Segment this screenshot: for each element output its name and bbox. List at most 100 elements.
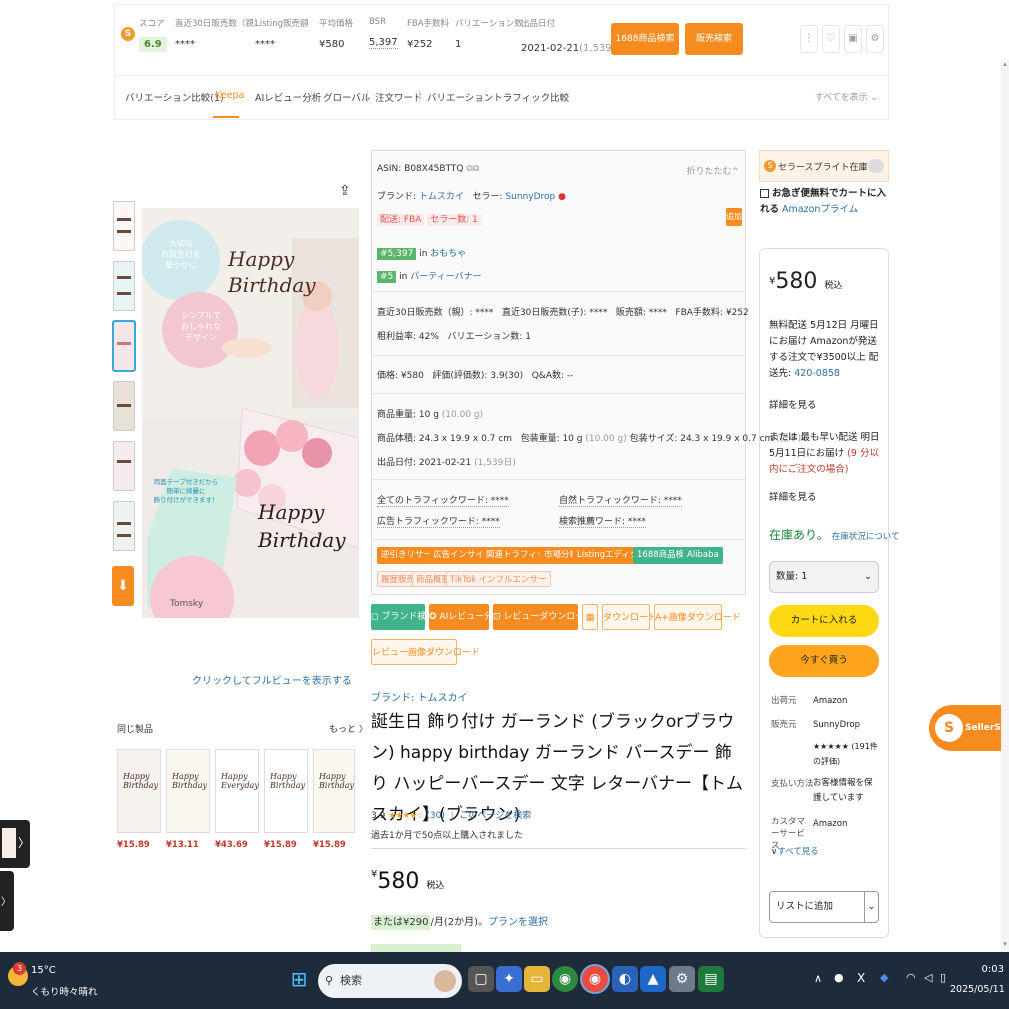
tray-chevron-up-icon[interactable]: ∧: [814, 972, 822, 985]
tab-variation-traffic[interactable]: バリエーショントラフィック比較: [427, 90, 569, 104]
sellersprite-fab[interactable]: SSellerSprite: [929, 705, 1009, 751]
stock-toggle[interactable]: [868, 159, 884, 173]
fold-link[interactable]: 折りたたむ^: [686, 164, 739, 177]
prime-checkbox[interactable]: [760, 189, 769, 198]
traffic-natural-text[interactable]: 自然トラフィックワード: ****: [559, 496, 682, 507]
similar-product-card[interactable]: Happy Birthday: [313, 749, 355, 833]
task-view-icon[interactable]: ▢: [468, 966, 494, 992]
copilot-icon[interactable]: ✦: [496, 966, 522, 992]
tab-global[interactable]: グローバル: [323, 90, 370, 104]
more-icon[interactable]: ⋮: [800, 25, 818, 53]
side-panel-tab-2[interactable]: 〉: [0, 871, 14, 931]
stat-value[interactable]: 5,397: [369, 37, 398, 49]
windows-start-icon[interactable]: ⊞: [286, 966, 312, 992]
tab-keepa[interactable]: Keepa: [215, 90, 244, 101]
side-panel-tab[interactable]: 〉: [0, 820, 30, 868]
similar-product-card[interactable]: Happy Birthday: [166, 749, 210, 833]
edge-icon[interactable]: ◐: [612, 966, 638, 992]
gallery-thumbnail[interactable]: [113, 261, 135, 311]
review-download-button[interactable]: ⊡ レビューダウンロード: [493, 604, 593, 630]
gallery-thumbnail[interactable]: [113, 441, 135, 491]
wifi-icon[interactable]: ◠: [906, 971, 916, 984]
image-caption-circle1: 大切な お誕生日を 華やかに: [161, 239, 201, 270]
gallery-thumbnail-selected[interactable]: [113, 321, 135, 371]
file-explorer-icon[interactable]: ▭: [524, 966, 550, 992]
chrome-icon[interactable]: ◉: [552, 966, 578, 992]
settings-icon[interactable]: ⚙: [866, 25, 884, 53]
bookmark-icon[interactable]: ▣: [844, 25, 862, 53]
tray-x-icon[interactable]: X: [857, 971, 865, 985]
rank-category-link[interactable]: おもちゃ: [430, 249, 466, 259]
brand-check-button[interactable]: ◻ ブランド検出: [371, 604, 435, 630]
copy-icon[interactable]: ⧉⧉: [466, 164, 479, 174]
clock-date[interactable]: 2025/05/11: [950, 984, 1005, 995]
star-rating-icon[interactable]: ★★★★☆: [388, 811, 424, 821]
select-plan-link[interactable]: プランを選択: [488, 917, 548, 928]
sale-search-button[interactable]: 販売検索: [685, 23, 743, 55]
ship-from-value[interactable]: Amazon: [813, 693, 847, 709]
rating-count-link[interactable]: (30): [426, 811, 444, 821]
similar-product-card[interactable]: Happy Birthday: [117, 749, 161, 833]
payment-value[interactable]: お客様情報を保護しています: [813, 776, 879, 806]
similar-more-link[interactable]: もっと 〉: [329, 722, 368, 735]
settings-icon[interactable]: ⚙: [669, 966, 695, 992]
gallery-thumbnail[interactable]: [113, 501, 135, 551]
stock-info-link[interactable]: 在庫状況について: [832, 532, 900, 542]
add-to-cart-button[interactable]: カートに入れる: [769, 605, 879, 637]
page-scrollbar[interactable]: ▴ ▾: [1001, 60, 1009, 952]
download-button[interactable]: ダウンロード: [602, 604, 657, 630]
traffic-all-text[interactable]: 全てのトラフィックワード: ****: [377, 496, 509, 507]
similar-product-card[interactable]: Happy Birthday: [264, 749, 308, 833]
weather-desc[interactable]: くもり時々晴れ: [31, 984, 98, 998]
seller-value[interactable]: SunnyDrop: [813, 717, 860, 733]
tool-alibaba[interactable]: Alibaba: [683, 547, 723, 564]
app-icon[interactable]: ▲: [640, 966, 666, 992]
postal-link[interactable]: 420-0858: [794, 368, 840, 379]
similar-product-card[interactable]: Happy Everyday: [215, 749, 259, 833]
share-icon[interactable]: ⇪: [339, 183, 351, 199]
clock-time[interactable]: 0:03: [960, 964, 1004, 975]
heart-icon[interactable]: ♡: [822, 25, 840, 53]
download-fab-icon[interactable]: ⬇: [112, 566, 134, 606]
rank-category-link[interactable]: パーティーバナー: [410, 272, 481, 282]
main-product-image[interactable]: Tomsky 大切な お誕生日を 華やかに シンプルで おしゃれな デザイン H…: [142, 208, 359, 618]
calculator-icon[interactable]: ▦: [582, 604, 598, 630]
tab-variation[interactable]: バリエーション比較(1): [125, 90, 224, 104]
customer-service-value[interactable]: Amazon: [813, 816, 847, 832]
review-image-download-button[interactable]: レビュー画像ダウンロード: [371, 639, 480, 665]
quantity-select[interactable]: 数量: 1 ⌄: [769, 561, 879, 593]
tray-app-icon[interactable]: ●: [834, 971, 844, 984]
tab-order-words[interactable]: 注文ワード: [375, 90, 423, 104]
traffic-ad-text[interactable]: 広告トラフィックワード: ****: [377, 517, 500, 528]
stat-value: ¥580: [319, 39, 345, 50]
show-all-link[interactable]: すべてを表示 ⌄: [815, 90, 878, 103]
battery-icon[interactable]: ▯: [940, 971, 946, 984]
aplus-download-button[interactable]: A+画像ダウンロード: [654, 604, 741, 630]
scroll-down-icon[interactable]: ▾: [1002, 940, 1008, 952]
seller-link[interactable]: SunnyDrop: [505, 192, 555, 202]
brand-link[interactable]: トムスカイ: [419, 192, 464, 202]
full-view-link[interactable]: クリックしてフルビューを表示する: [192, 672, 352, 687]
buy-now-button[interactable]: 今すぐ買う: [769, 645, 879, 677]
prime-link[interactable]: Amazonプライム: [782, 204, 858, 215]
details-link[interactable]: 詳細を見る: [769, 398, 817, 414]
volume-icon[interactable]: ◁: [924, 971, 932, 984]
add-button[interactable]: 追加: [726, 208, 742, 226]
tool-tiktok[interactable]: TikTok インフルエンサー: [446, 571, 551, 587]
chrome-profile-icon[interactable]: ◉: [582, 966, 608, 992]
tray-shield-icon[interactable]: ◆: [880, 971, 888, 984]
add-to-list-select[interactable]: リストに追加 ⌄: [769, 891, 879, 923]
excel-icon[interactable]: ▤: [698, 966, 724, 992]
search-page-link[interactable]: このページを検索: [459, 811, 531, 821]
gallery-thumbnail[interactable]: [113, 201, 135, 251]
traffic-rec-text[interactable]: 検索推薦ワード: ****: [559, 517, 646, 528]
weather-temp[interactable]: 15°C: [31, 965, 56, 976]
taskbar-search[interactable]: ⚲ 検索: [318, 964, 462, 998]
gallery-thumbnail[interactable]: [113, 381, 135, 431]
search-1688-button[interactable]: 1688商品検索: [611, 23, 679, 55]
ai-review-button[interactable]: ✪ AIレビュー分析: [429, 604, 502, 630]
see-all-link[interactable]: ∨すべて見る: [771, 844, 819, 860]
details-link-2[interactable]: 詳細を見る: [769, 490, 817, 506]
scroll-up-icon[interactable]: ▴: [1002, 60, 1008, 72]
brand-store-link[interactable]: ブランド: トムスカイ: [371, 689, 468, 704]
